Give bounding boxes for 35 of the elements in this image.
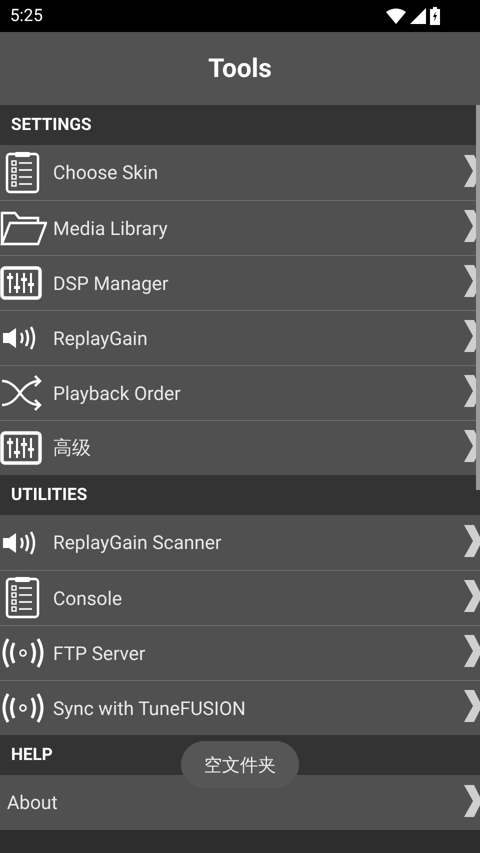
menu-item[interactable]: Sync with TuneFUSION (0, 680, 480, 735)
sliders-icon (0, 431, 42, 465)
menu-item-label: Media Library (53, 216, 169, 240)
section-title: SETTINGS (11, 115, 92, 135)
menu-item-label: Sync with TuneFUSION (53, 696, 247, 720)
broadcast-icon (0, 691, 46, 725)
chevron-icon (462, 578, 480, 614)
menu-item[interactable]: Console (0, 570, 480, 625)
wifi-icon (386, 8, 406, 24)
menu-item-label: FTP Server (53, 642, 146, 664)
menu-item-label: Playback Order (53, 382, 182, 404)
sliders-icon (0, 266, 42, 300)
menu-item-label: About (6, 791, 59, 814)
chevron-icon (462, 633, 480, 669)
menu-item-label: DSP Manager (53, 272, 170, 294)
chevron-icon (462, 688, 480, 724)
menu-item-label: 高级 (53, 435, 92, 461)
menu-item-label: ReplayGain Scanner (53, 531, 222, 554)
menu-item-label: Choose Skin (53, 161, 160, 184)
shuffle-icon (0, 373, 44, 413)
menu-item[interactable]: ReplayGain Scanner (0, 515, 480, 570)
section-title: HELP (11, 745, 53, 765)
menu-item-label: ReplayGain (53, 326, 149, 350)
section-title: UTILITIES (11, 485, 88, 505)
screen-title: Tools (208, 54, 272, 84)
battery-icon (430, 7, 440, 25)
menu-item[interactable]: About (0, 775, 480, 830)
broadcast-icon (0, 636, 46, 670)
chevron-icon (462, 522, 480, 558)
menu-item[interactable]: FTP Server (0, 625, 480, 680)
status-time: 5:25 (10, 6, 43, 26)
toast-message: 空文件夹 (181, 741, 299, 788)
signal-icon (410, 8, 426, 24)
menu-item-label: Console (53, 586, 124, 610)
chevron-icon (462, 782, 480, 818)
